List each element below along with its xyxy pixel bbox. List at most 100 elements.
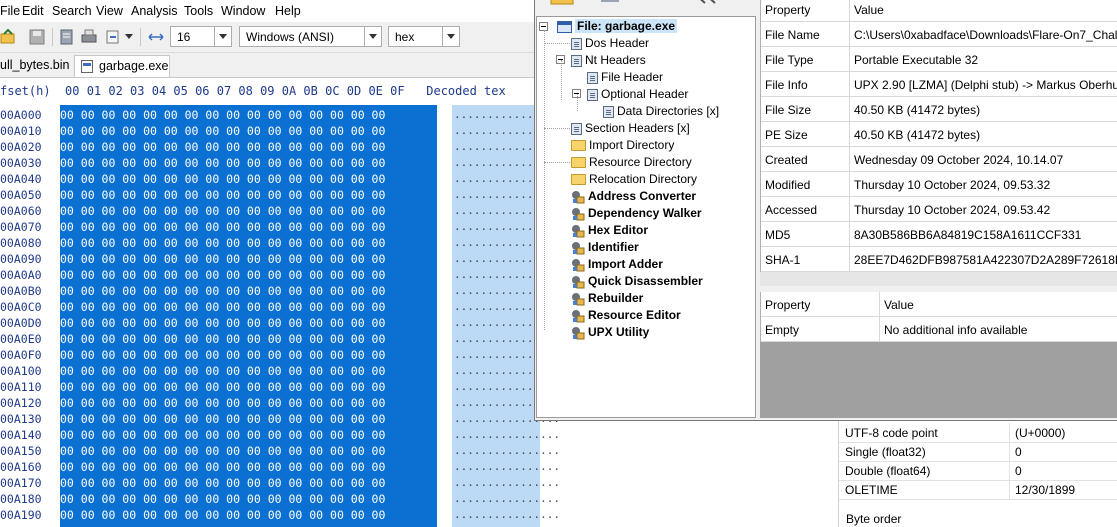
offset-base-select[interactable]: hex bbox=[388, 26, 460, 47]
column-header-property[interactable]: Property bbox=[765, 298, 810, 312]
tree-node[interactable]: Resource Directory bbox=[571, 154, 692, 171]
hex-row[interactable]: 00 00 00 00 00 00 00 00 00 00 00 00 00 0… bbox=[60, 187, 385, 203]
hex-row[interactable]: 00 00 00 00 00 00 00 00 00 00 00 00 00 0… bbox=[60, 155, 385, 171]
table-row[interactable]: MD5 8A30B586BB6A84819C158A1611CCF331 bbox=[761, 222, 1117, 247]
hex-row[interactable]: 00 00 00 00 00 00 00 00 00 00 00 00 00 0… bbox=[60, 299, 385, 315]
menu-help[interactable]: Help bbox=[275, 4, 301, 18]
hex-row[interactable]: 00 00 00 00 00 00 00 00 00 00 00 00 00 0… bbox=[60, 251, 385, 267]
print-icon[interactable] bbox=[80, 28, 98, 46]
table-row[interactable]: File Size 40.50 KB (41472 bytes) bbox=[761, 97, 1117, 122]
table-row[interactable]: File Info UPX 2.90 [LZMA] (Delphi stub) -… bbox=[761, 72, 1117, 97]
hex-row[interactable]: 00 00 00 00 00 00 00 00 00 00 00 00 00 0… bbox=[60, 267, 385, 283]
tree-node[interactable]: File Header bbox=[587, 69, 663, 86]
tree-node[interactable]: Relocation Directory bbox=[571, 171, 697, 188]
hex-row[interactable]: 00 00 00 00 00 00 00 00 00 00 00 00 00 0… bbox=[60, 459, 385, 475]
tree-node[interactable]: Dependency Walker bbox=[571, 205, 702, 222]
table-row[interactable]: Created Wednesday 09 October 2024, 10.14.… bbox=[761, 147, 1117, 172]
hex-row[interactable]: 00 00 00 00 00 00 00 00 00 00 00 00 00 0… bbox=[60, 491, 385, 507]
table-row[interactable]: Empty No additional info available bbox=[761, 317, 1117, 342]
document-icon bbox=[587, 71, 598, 84]
tree-node[interactable]: Section Headers [x] bbox=[571, 120, 690, 137]
hex-row[interactable]: 00 00 00 00 00 00 00 00 00 00 00 00 00 0… bbox=[60, 315, 385, 331]
hex-row[interactable]: 00 00 00 00 00 00 00 00 00 00 00 00 00 0… bbox=[60, 235, 385, 251]
hex-row[interactable]: 00 00 00 00 00 00 00 00 00 00 00 00 00 0… bbox=[60, 123, 385, 139]
inspector-value: 0 bbox=[1015, 445, 1022, 459]
decoded-row[interactable]: ................ bbox=[454, 491, 560, 507]
menu-edit[interactable]: Edit bbox=[22, 4, 44, 18]
tree-node[interactable]: Optional Header bbox=[587, 86, 688, 103]
decoded-row[interactable]: ................ bbox=[454, 507, 560, 523]
tree-node[interactable]: Resource Editor bbox=[571, 307, 681, 324]
table-row[interactable]: SHA-1 28EE7D462DFB987581A422307D2A289F726… bbox=[761, 247, 1117, 272]
decoded-row[interactable]: ................ bbox=[454, 475, 560, 491]
hex-row[interactable]: 00 00 00 00 00 00 00 00 00 00 00 00 00 0… bbox=[60, 507, 385, 523]
chevron-down-icon[interactable] bbox=[364, 27, 381, 46]
tree-node[interactable]: File: garbage.exe bbox=[557, 18, 678, 35]
hex-row[interactable]: 00 00 00 00 00 00 00 00 00 00 00 00 00 0… bbox=[60, 475, 385, 491]
inspector-row[interactable]: Double (float64) 0 bbox=[839, 461, 1117, 481]
column-header-property[interactable]: Property bbox=[765, 3, 810, 17]
save-icon[interactable] bbox=[28, 28, 46, 46]
inspector-row[interactable]: UTF-8 code point (U+0000) bbox=[839, 423, 1117, 443]
chevron-down-icon[interactable] bbox=[442, 27, 459, 46]
table-row[interactable]: Modified Thursday 10 October 2024, 09.53.… bbox=[761, 172, 1117, 197]
menu-search[interactable]: Search bbox=[52, 4, 92, 18]
tree-node[interactable]: Import Adder bbox=[571, 256, 663, 273]
tree-node[interactable]: Rebuilder bbox=[571, 290, 643, 307]
horizontal-scrollbar[interactable] bbox=[760, 272, 1117, 286]
open-folder-icon[interactable] bbox=[549, 0, 577, 6]
hex-grid-selected[interactable]: 00 00 00 00 00 00 00 00 00 00 00 00 00 0… bbox=[60, 105, 437, 527]
column-header-value[interactable]: Value bbox=[854, 3, 884, 17]
hex-row[interactable]: 00 00 00 00 00 00 00 00 00 00 00 00 00 0… bbox=[60, 331, 385, 347]
hex-row[interactable]: 00 00 00 00 00 00 00 00 00 00 00 00 00 0… bbox=[60, 363, 385, 379]
inspector-row[interactable]: OLETIME 12/30/1899 bbox=[839, 480, 1117, 500]
hex-row[interactable]: 00 00 00 00 00 00 00 00 00 00 00 00 00 0… bbox=[60, 219, 385, 235]
hex-row[interactable]: 00 00 00 00 00 00 00 00 00 00 00 00 00 0… bbox=[60, 107, 385, 123]
toolbar-icon[interactable] bbox=[599, 0, 623, 4]
table-row[interactable]: Accessed Thursday 10 October 2024, 09.53.… bbox=[761, 197, 1117, 222]
menu-window[interactable]: Window bbox=[221, 4, 265, 18]
hex-row[interactable]: 00 00 00 00 00 00 00 00 00 00 00 00 00 0… bbox=[60, 395, 385, 411]
hex-row[interactable]: 00 00 00 00 00 00 00 00 00 00 00 00 00 0… bbox=[60, 203, 385, 219]
tree-node[interactable]: UPX Utility bbox=[571, 324, 649, 341]
tree-node[interactable]: Data Directories [x] bbox=[603, 103, 719, 120]
menu-view[interactable]: View bbox=[96, 4, 123, 18]
decoded-row[interactable]: ................ bbox=[454, 427, 560, 443]
tree-node[interactable]: Import Directory bbox=[571, 137, 674, 154]
tab-garbage-exe[interactable]: garbage.exe bbox=[74, 55, 170, 77]
menu-file[interactable]: File bbox=[0, 4, 20, 18]
hex-row[interactable]: 00 00 00 00 00 00 00 00 00 00 00 00 00 0… bbox=[60, 283, 385, 299]
hex-row[interactable]: 00 00 00 00 00 00 00 00 00 00 00 00 00 0… bbox=[60, 427, 385, 443]
tree-node[interactable]: Hex Editor bbox=[571, 222, 648, 239]
export-icon[interactable] bbox=[104, 28, 122, 46]
hex-row[interactable]: 00 00 00 00 00 00 00 00 00 00 00 00 00 0… bbox=[60, 379, 385, 395]
column-header-value[interactable]: Value bbox=[884, 298, 914, 312]
tree-node[interactable]: Dos Header bbox=[571, 35, 649, 52]
tree-node[interactable]: Nt Headers bbox=[571, 52, 646, 69]
table-row[interactable]: PE Size 40.50 KB (41472 bytes) bbox=[761, 122, 1117, 147]
bytes-per-row-select[interactable]: 16 bbox=[170, 26, 232, 47]
hex-row[interactable]: 00 00 00 00 00 00 00 00 00 00 00 00 00 0… bbox=[60, 139, 385, 155]
inspector-row[interactable]: Single (float32) 0 bbox=[839, 442, 1117, 462]
arrows-icon[interactable] bbox=[695, 0, 719, 6]
tab-null-bytes[interactable]: ull_bytes.bin bbox=[0, 55, 72, 77]
decoded-text-column[interactable]: ........................................… bbox=[452, 105, 560, 527]
hex-row[interactable]: 00 00 00 00 00 00 00 00 00 00 00 00 00 0… bbox=[60, 171, 385, 187]
table-row[interactable]: File Name C:\Users\0xabadface\Downloads\F… bbox=[761, 22, 1117, 47]
hex-row[interactable]: 00 00 00 00 00 00 00 00 00 00 00 00 00 0… bbox=[60, 411, 385, 427]
menu-tools[interactable]: Tools bbox=[184, 4, 213, 18]
tree-node[interactable]: Identifier bbox=[571, 239, 639, 256]
open-file-icon[interactable] bbox=[0, 28, 18, 46]
decoded-row[interactable]: ................ bbox=[454, 443, 560, 459]
charset-select[interactable]: Windows (ANSI) bbox=[239, 26, 382, 47]
menu-analysis[interactable]: Analysis bbox=[131, 4, 178, 18]
tree-node[interactable]: Quick Disassembler bbox=[571, 273, 703, 290]
export-dropdown-arrow-icon[interactable] bbox=[125, 34, 133, 40]
decoded-row[interactable]: ................ bbox=[454, 459, 560, 475]
hex-row[interactable]: 00 00 00 00 00 00 00 00 00 00 00 00 00 0… bbox=[60, 443, 385, 459]
tree-node[interactable]: Address Converter bbox=[571, 188, 696, 205]
properties-icon[interactable] bbox=[58, 28, 76, 46]
chevron-down-icon[interactable] bbox=[214, 27, 231, 46]
hex-row[interactable]: 00 00 00 00 00 00 00 00 00 00 00 00 00 0… bbox=[60, 347, 385, 363]
table-row[interactable]: File Type Portable Executable 32 bbox=[761, 47, 1117, 72]
